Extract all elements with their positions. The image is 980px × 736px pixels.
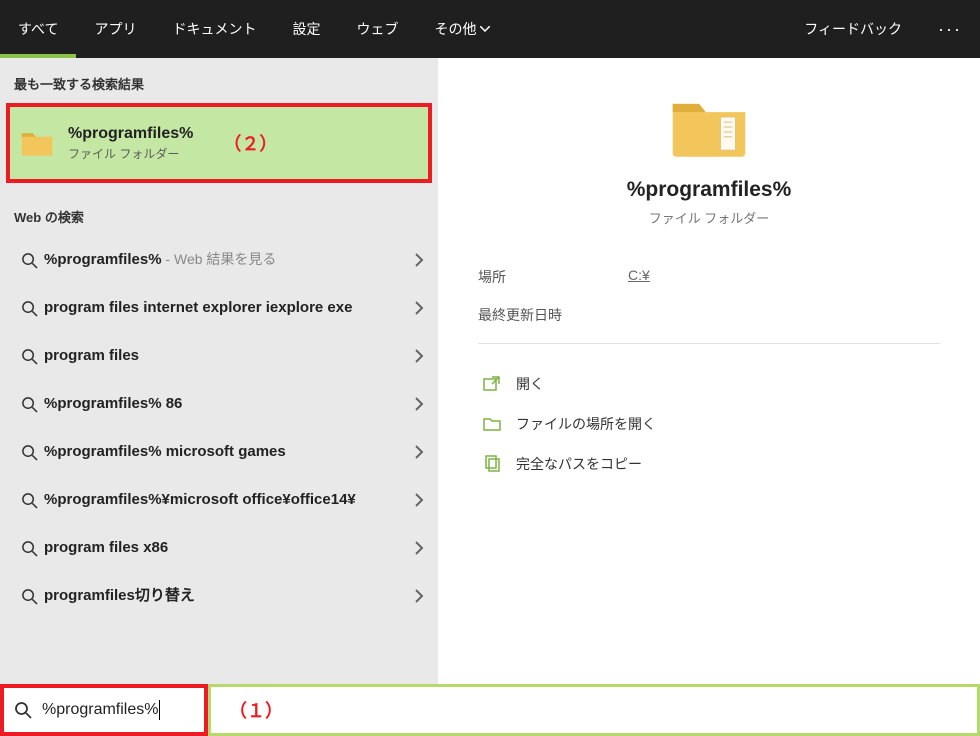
meta-location-label: 場所: [478, 267, 628, 287]
tab-web[interactable]: ウェブ: [338, 0, 416, 58]
web-result-row[interactable]: program files internet explorer iexplore…: [0, 284, 438, 332]
search-filter-tabs: すべて アプリ ドキュメント 設定 ウェブ その他 フィードバック ···: [0, 0, 980, 58]
web-result-text: %programfiles% microsoft games: [44, 442, 414, 462]
web-result-text: %programfiles% 86: [44, 394, 414, 414]
annotation-bar: （１）: [208, 684, 980, 736]
web-result-row[interactable]: program files x86: [0, 524, 438, 572]
text-cursor: [159, 700, 160, 720]
web-result-text: %programfiles%¥microsoft office¥office14…: [44, 490, 414, 510]
search-input[interactable]: %programfiles%: [0, 684, 208, 736]
chevron-right-icon[interactable]: [414, 349, 424, 363]
folder-open-icon: [478, 416, 506, 432]
tab-all[interactable]: すべて: [0, 0, 76, 58]
chevron-down-icon: [480, 26, 490, 32]
search-icon: [14, 444, 44, 461]
preview-subtitle: ファイル フォルダー: [478, 208, 940, 227]
search-icon: [14, 540, 44, 557]
meta-location-value[interactable]: C:¥: [628, 267, 650, 287]
search-icon: [14, 348, 44, 365]
action-copy-path[interactable]: 完全なパスをコピー: [478, 444, 940, 484]
web-result-row[interactable]: %programfiles% 86: [0, 380, 438, 428]
chevron-right-icon[interactable]: [414, 445, 424, 459]
tab-apps[interactable]: アプリ: [76, 0, 154, 58]
search-icon: [14, 300, 44, 317]
action-open-location[interactable]: ファイルの場所を開く: [478, 404, 940, 444]
folder-icon-large: [669, 94, 749, 160]
search-icon: [14, 252, 44, 269]
web-result-text: program files: [44, 346, 414, 366]
annotation-1: （１）: [229, 697, 283, 723]
chevron-right-icon[interactable]: [414, 301, 424, 315]
search-icon: [14, 588, 44, 605]
meta-updated-label: 最終更新日時: [478, 305, 628, 325]
search-query-text: %programfiles%: [42, 701, 158, 719]
web-result-row[interactable]: %programfiles% - Web 結果を見る: [0, 236, 438, 284]
tab-settings[interactable]: 設定: [274, 0, 338, 58]
chevron-right-icon[interactable]: [414, 589, 424, 603]
results-panel: 最も一致する検索結果 %programfiles% ファイル フォルダー （２）…: [0, 58, 438, 684]
best-match-heading: 最も一致する検索結果: [0, 58, 438, 103]
web-result-row[interactable]: programfiles切り替え: [0, 572, 438, 620]
search-icon: [14, 492, 44, 509]
web-result-row[interactable]: program files: [0, 332, 438, 380]
chevron-right-icon[interactable]: [414, 493, 424, 507]
web-result-text: program files internet explorer iexplore…: [44, 298, 414, 318]
best-match-subtitle: ファイル フォルダー: [68, 145, 193, 162]
chevron-right-icon[interactable]: [414, 541, 424, 555]
search-icon: [14, 701, 32, 719]
feedback-link[interactable]: フィードバック: [786, 0, 920, 58]
web-search-heading: Web の検索: [0, 191, 438, 236]
web-result-row[interactable]: %programfiles% microsoft games: [0, 428, 438, 476]
web-result-text: %programfiles% - Web 結果を見る: [44, 250, 414, 270]
more-options-button[interactable]: ···: [920, 0, 980, 58]
folder-icon: [20, 129, 54, 157]
web-result-row[interactable]: %programfiles%¥microsoft office¥office14…: [0, 476, 438, 524]
chevron-right-icon[interactable]: [414, 253, 424, 267]
action-open[interactable]: 開く: [478, 364, 940, 404]
best-match-title: %programfiles%: [68, 125, 193, 143]
preview-panel: %programfiles% ファイル フォルダー 場所 C:¥ 最終更新日時 …: [438, 58, 980, 684]
best-match-result[interactable]: %programfiles% ファイル フォルダー （２）: [6, 103, 432, 183]
chevron-right-icon[interactable]: [414, 397, 424, 411]
web-result-text: program files x86: [44, 538, 414, 558]
divider: [478, 343, 940, 344]
open-icon: [478, 376, 506, 392]
web-result-text: programfiles切り替え: [44, 586, 414, 606]
copy-icon: [478, 455, 506, 473]
search-icon: [14, 396, 44, 413]
preview-title: %programfiles%: [478, 178, 940, 202]
annotation-2: （２）: [223, 130, 277, 156]
tab-more[interactable]: その他: [416, 0, 508, 58]
tab-documents[interactable]: ドキュメント: [154, 0, 274, 58]
